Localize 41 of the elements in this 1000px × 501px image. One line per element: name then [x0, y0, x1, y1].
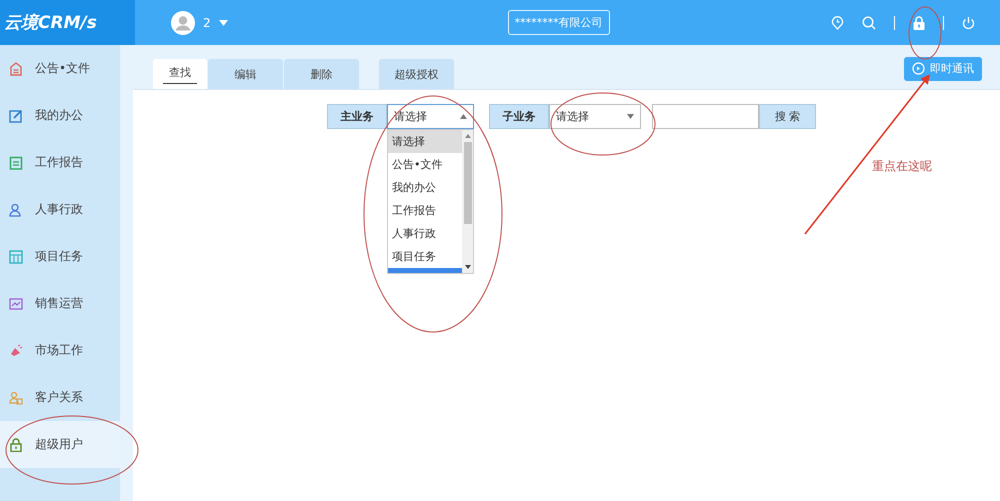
dropdown-option[interactable]: 请选择: [388, 130, 462, 153]
sidebar-item[interactable]: 公告•文件: [0, 45, 120, 92]
tab[interactable]: 删除: [284, 59, 359, 89]
lock-icon[interactable]: [913, 16, 925, 30]
select-field[interactable]: 请选择: [387, 104, 474, 129]
annotation-ellipse: [908, 6, 942, 60]
power-icon[interactable]: [962, 16, 975, 30]
dropdown-option[interactable]: 我的办公: [388, 176, 462, 199]
logo: 云境CRM/s: [0, 0, 135, 45]
dropdown-option[interactable]: 人事行政: [388, 222, 462, 245]
company-badge: ********有限公司: [508, 10, 610, 35]
sidebar-item[interactable]: 销售运营: [0, 280, 120, 327]
caret-icon: [627, 114, 634, 119]
scroll-up-icon[interactable]: [464, 134, 470, 138]
caret-icon: [460, 114, 467, 119]
caret-icon[interactable]: [218, 20, 228, 26]
field-label: 子业务: [489, 104, 549, 129]
select-field[interactable]: 请选择: [549, 104, 641, 129]
avatar-icon[interactable]: [171, 10, 195, 34]
sidebar-item[interactable]: 客户关系: [0, 374, 120, 421]
dropdown-option[interactable]: 公告•文件: [388, 153, 462, 176]
tab[interactable]: 查找: [153, 59, 207, 89]
sidebar-item[interactable]: 人事行政: [0, 186, 120, 233]
sidebar-item[interactable]: 市场工作: [0, 327, 120, 374]
scrollbar[interactable]: [462, 130, 473, 273]
tab[interactable]: 编辑: [208, 59, 283, 89]
sidebar-item[interactable]: 超级用户: [0, 421, 120, 468]
search-button[interactable]: 搜 索: [759, 104, 816, 129]
search-icon[interactable]: [862, 16, 876, 30]
scroll-down-icon[interactable]: [464, 265, 470, 269]
dropdown-option[interactable]: 工作报告: [388, 199, 462, 222]
sidebar-item[interactable]: 我的办公: [0, 92, 120, 139]
sidebar-item[interactable]: 项目任务: [0, 233, 120, 280]
search-input[interactable]: [652, 104, 759, 129]
sidebar-item[interactable]: 工作报告: [0, 139, 120, 186]
annotation-note: 重点在这呢: [872, 158, 932, 175]
clock-pin-icon[interactable]: [831, 16, 844, 30]
field-label: 主业务: [327, 104, 387, 129]
chat-icon: [912, 62, 925, 75]
tab[interactable]: 超级授权: [379, 59, 454, 89]
dropdown-option[interactable]: 项目任务: [388, 245, 462, 268]
